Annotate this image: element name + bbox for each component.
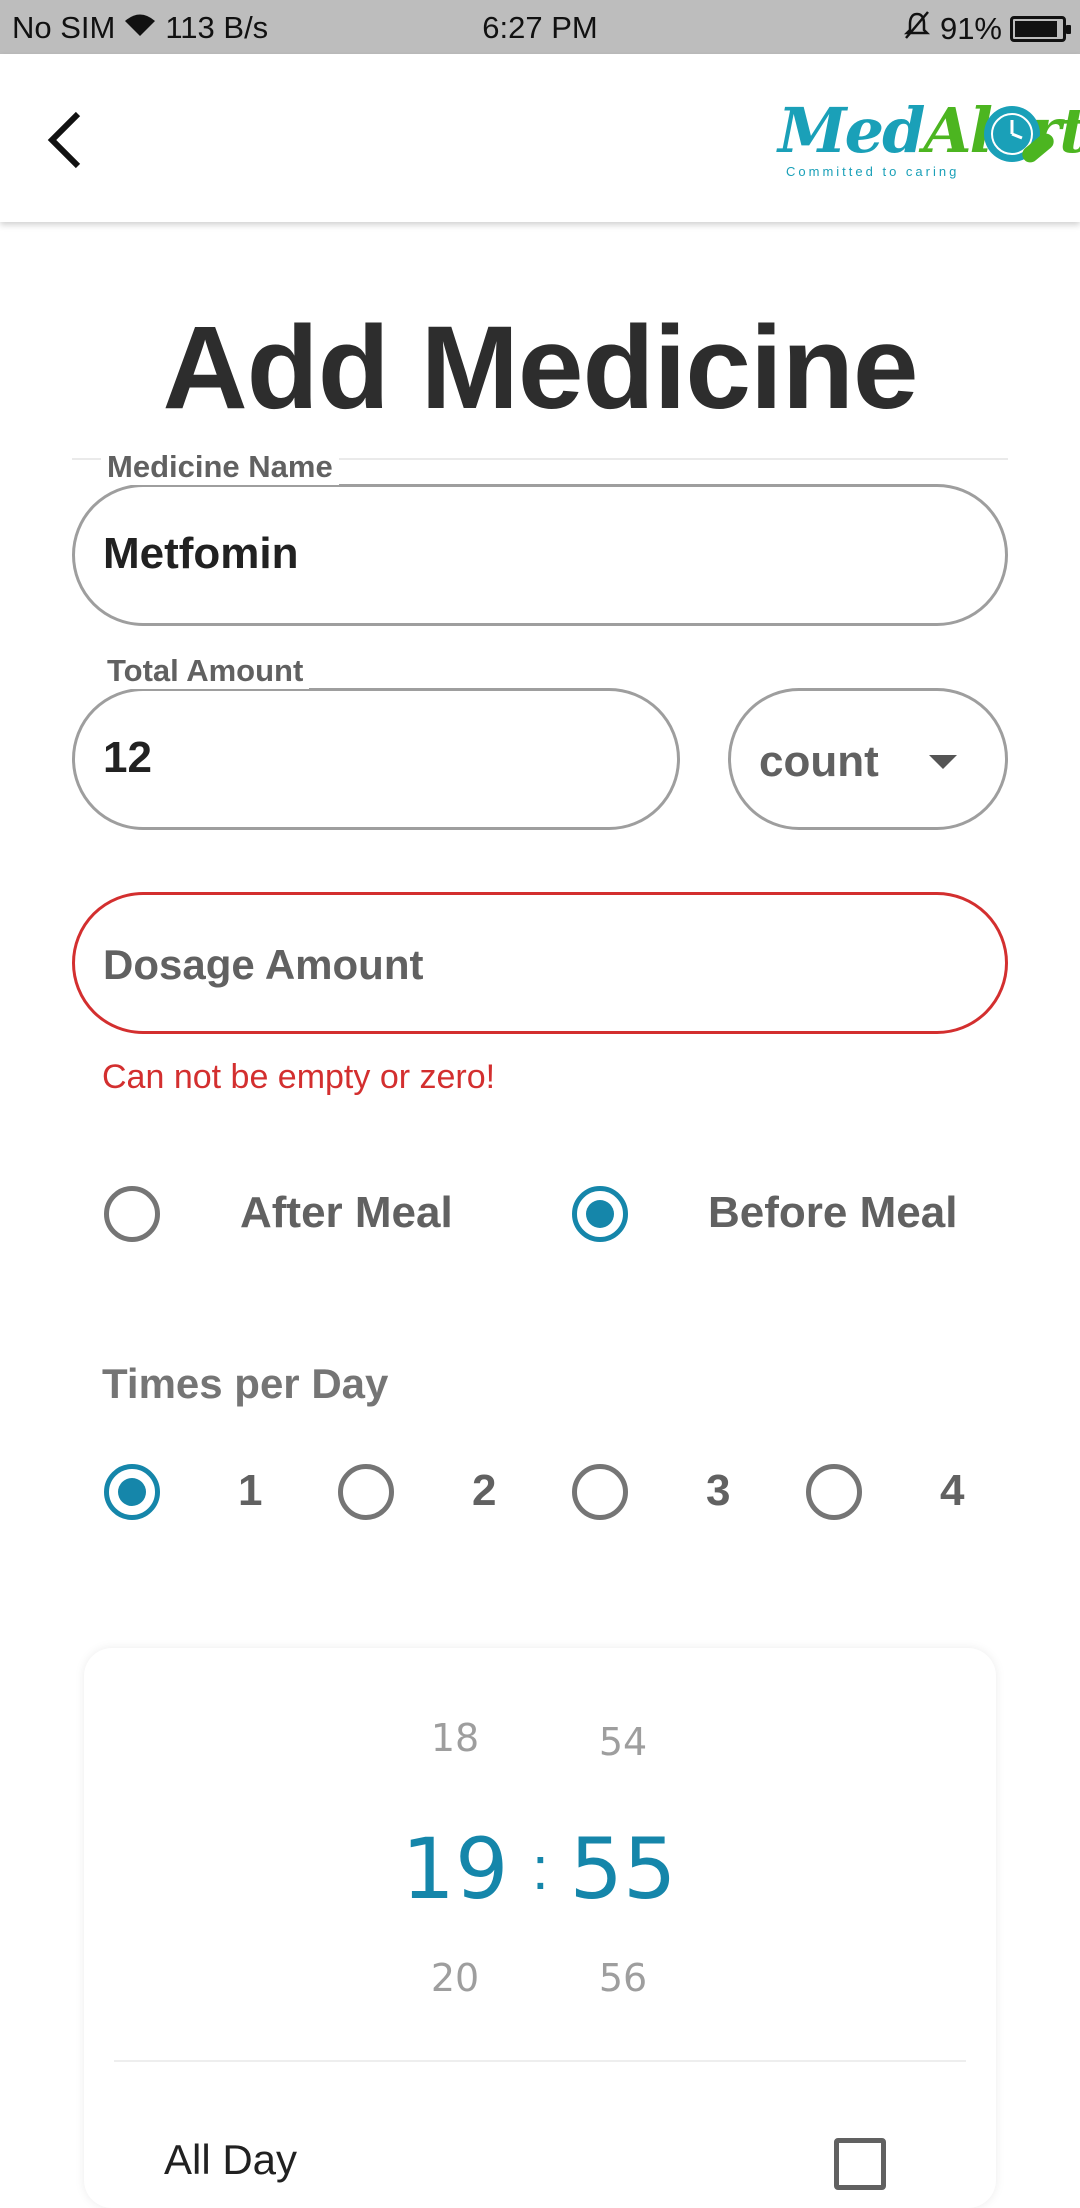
times-per-day-2-radio[interactable] [338, 1464, 394, 1520]
status-bar: No SIM 113 B/s 6:27 PM 91% [0, 0, 1080, 54]
times-per-day-4-label[interactable]: 4 [940, 1466, 964, 1516]
minute-prev[interactable]: 54 [563, 1720, 683, 1764]
after-meal-label[interactable]: After Meal [240, 1188, 453, 1238]
card-divider [114, 2060, 966, 2062]
back-button[interactable] [34, 100, 94, 180]
battery-fill [1015, 21, 1057, 37]
times-per-day-1-radio[interactable] [104, 1464, 160, 1520]
minute-next[interactable]: 56 [563, 1956, 683, 2000]
unit-dropdown[interactable]: count [728, 688, 1008, 830]
all-day-checkbox[interactable] [834, 2138, 886, 2190]
minute-wheel-current[interactable]: 55 [538, 1820, 708, 1918]
hour-next[interactable]: 20 [395, 1956, 515, 2000]
times-per-day-1-label[interactable]: 1 [238, 1466, 262, 1516]
hour-wheel-current[interactable]: 19 [370, 1820, 540, 1918]
all-day-label: All Day [164, 2136, 298, 2183]
battery-icon [1010, 16, 1071, 42]
dropdown-caret-icon [929, 755, 957, 769]
medicine-name-field[interactable]: Medicine Name Metfomin [72, 449, 1008, 626]
total-amount-label: Total Amount [101, 653, 310, 689]
times-per-day-4-radio[interactable] [806, 1464, 862, 1520]
unit-dropdown-value: count [759, 737, 879, 786]
after-meal-radio[interactable] [104, 1186, 160, 1242]
back-arrow-icon [47, 111, 81, 169]
dosage-amount-placeholder: Dosage Amount [103, 941, 424, 988]
app-bar: MedAlert Committed to caring [0, 54, 1080, 222]
times-per-day-label: Times per Day [102, 1360, 389, 1407]
medicine-name-label: Medicine Name [101, 449, 339, 485]
time-picker-card: 18 54 19 : 55 20 56 All Day [84, 1648, 996, 2208]
before-meal-label[interactable]: Before Meal [708, 1188, 957, 1238]
hour-prev[interactable]: 18 [395, 1716, 515, 1760]
dosage-error-message: Can not be empty or zero! [102, 1058, 496, 1096]
page-title: Add Medicine [162, 302, 918, 434]
bell-muted-icon [902, 10, 932, 48]
status-right: 91% [902, 10, 1071, 48]
dosage-amount-field[interactable]: Dosage Amount [72, 892, 1008, 1034]
clock-pill-icon [984, 106, 1054, 163]
times-per-day-3-radio[interactable] [572, 1464, 628, 1520]
medalert-logo: MedAlert Committed to caring [776, 94, 1080, 194]
battery-text: 91% [939, 11, 1002, 46]
times-per-day-2-label[interactable]: 2 [472, 1466, 496, 1516]
before-meal-radio[interactable] [572, 1186, 628, 1242]
times-per-day-3-label[interactable]: 3 [706, 1466, 730, 1516]
total-amount-field[interactable]: Total Amount 12 [72, 653, 680, 830]
medicine-name-value: Metfomin [103, 529, 299, 578]
logo-tagline: Committed to caring [786, 164, 960, 179]
total-amount-value: 12 [103, 733, 152, 782]
